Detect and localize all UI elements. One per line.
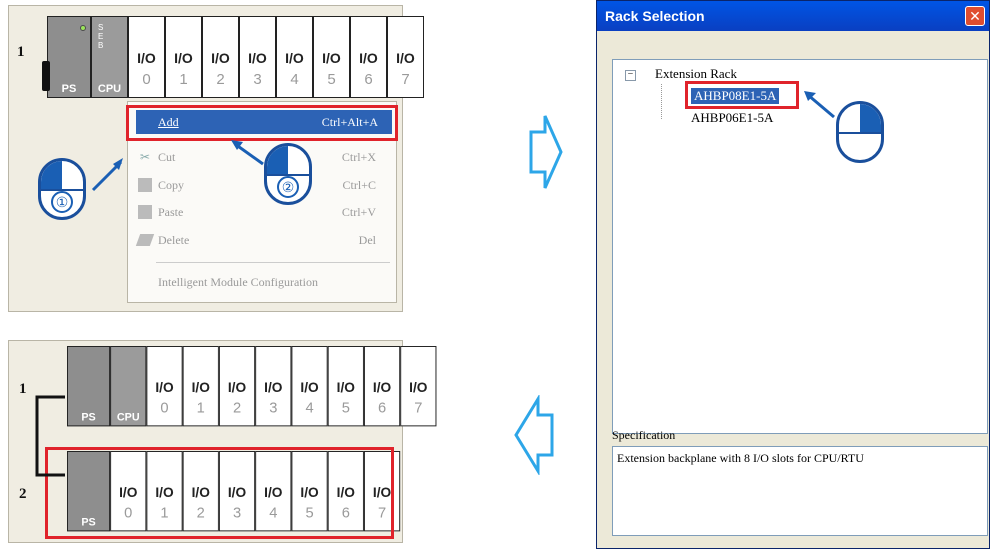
menu-item-paste[interactable]: Paste Ctrl+V [138,202,376,222]
arrow-icon [91,158,123,192]
menu-cut-shortcut: Ctrl+X [341,150,376,164]
tree-item-ahbp06e1[interactable]: AHBP06E1-5A [691,110,773,126]
menu-delete-shortcut: Del [358,233,376,247]
slot-number: 7 [401,71,410,88]
menu-item-intelligent[interactable]: Intelligent Module Configuration [158,272,376,292]
arrow-icon [804,91,835,119]
slot-number: 3 [253,71,262,88]
io-label: I/O [359,50,378,66]
mouse-click-icon: ② [264,143,312,205]
right-flow-arrow-icon [529,115,563,189]
led-b: B [98,41,104,50]
cpu-label: CPU [116,411,140,424]
cpu-module: S E B CPU [91,16,128,98]
io-slot[interactable]: I/O 4 [276,16,313,98]
new-rack-highlight [45,447,394,539]
close-icon[interactable]: ✕ [965,6,985,26]
led-e: E [98,32,104,41]
step-2-marker: ② [277,176,299,198]
menu-delete-label: Delete [158,233,190,247]
paste-icon [138,205,152,219]
menu-paste-label: Paste [158,205,184,219]
mouse-click-icon: ① [38,158,86,220]
io-label: I/O [285,50,304,66]
slot-number: 6 [364,71,373,88]
spec-label: Specification [612,428,676,442]
spec-text: Extension backplane with 8 I/O slots for… [617,451,864,465]
arrow-icon [231,140,264,166]
slot-number: 0 [142,71,151,88]
menu-copy-shortcut: Ctrl+C [342,178,376,192]
rack-tree: − Extension Rack AHBP08E1-5A AHBP06E1-5A [612,59,988,434]
io-slot[interactable]: I/O 3 [239,16,276,98]
io-slot[interactable]: I/O 6 [363,346,401,427]
io-slot[interactable]: I/O 7 [400,346,437,427]
ps-label: PS [61,83,77,95]
rack-1: PS S E B CPU I/O 0 I/O 1 I/O 2 I/O 3 I/O 4 I/… [47,16,424,98]
io-slot[interactable]: I/O 5 [327,346,364,427]
io-slot[interactable]: I/O 0 [128,16,165,98]
io-slot[interactable]: I/O 4 [291,346,328,427]
io-slot[interactable]: I/O 7 [387,16,424,98]
tree-guide [661,84,662,119]
led-s: S [98,23,104,32]
io-label: I/O [396,50,415,66]
io-slot[interactable]: I/O 1 [165,16,202,98]
slot-number: 4 [290,71,299,88]
collapse-icon[interactable]: − [625,70,636,81]
io-slot[interactable]: I/O 0 [146,346,183,427]
slot-number: 5 [327,71,336,88]
ps-module: PS [47,16,91,98]
delete-icon [135,234,155,246]
io-label: I/O [137,50,156,66]
io-slot[interactable]: I/O 5 [313,16,350,98]
scissors-icon: ✂ [140,150,151,164]
spec-box: Extension backplane with 8 I/O slots for… [612,446,988,536]
io-slot[interactable]: I/O 3 [255,346,292,427]
connector [42,61,50,91]
cpu-module: CPU [110,346,147,427]
io-slot[interactable]: I/O 2 [202,16,239,98]
menu-intelligent-label: Intelligent Module Configuration [158,275,318,289]
double-click-label: x2 [841,109,860,128]
mouse-double-click-icon: x2 [836,101,884,163]
copy-icon [138,178,152,192]
rack-1: PS CPU I/O 0 I/O 1 I/O 2 I/O 3 I/O 4 I/O 5 I/O… [67,346,437,427]
result-panel: 1 2 PS CPU I/O 0 I/O 1 I/O 2 I/O 3 I/O 4 I/O 5… [8,340,437,543]
rack-selection-dialog: Rack Selection ✕ − Extension Rack AHBP08… [596,0,990,549]
selection-highlight [685,81,799,109]
io-slot[interactable]: I/O 2 [218,346,256,427]
menu-copy-label: Copy [158,178,185,192]
tree-root[interactable]: Extension Rack [655,66,737,82]
io-label: I/O [211,50,230,66]
io-label: I/O [248,50,267,66]
menu-paste-shortcut: Ctrl+V [341,205,376,219]
add-highlight [126,105,398,141]
menu-item-delete[interactable]: Delete Del [135,230,376,250]
left-flow-arrow-icon [514,395,554,475]
io-slot[interactable]: I/O 6 [350,16,387,98]
dialog-title: Rack Selection [597,1,989,31]
menu-cut-label: Cut [158,150,176,164]
io-slot[interactable]: I/O 1 [182,346,219,427]
menu-divider [156,262,390,263]
rack-number: 1 [19,381,27,397]
io-label: I/O [174,50,193,66]
slot-number: 1 [179,71,188,88]
step-1-marker: ① [51,191,73,213]
io-label: I/O [322,50,341,66]
rack-number: 2 [19,486,27,502]
step1-panel: 1 PS S E B CPU I/O 0 I/O 1 I/O 2 I/O 3 I/O 4 … [8,5,424,312]
rack-number: 1 [17,44,25,60]
rack-cable [35,395,65,477]
slot-number: 2 [216,71,225,88]
cpu-label: CPU [97,83,122,95]
